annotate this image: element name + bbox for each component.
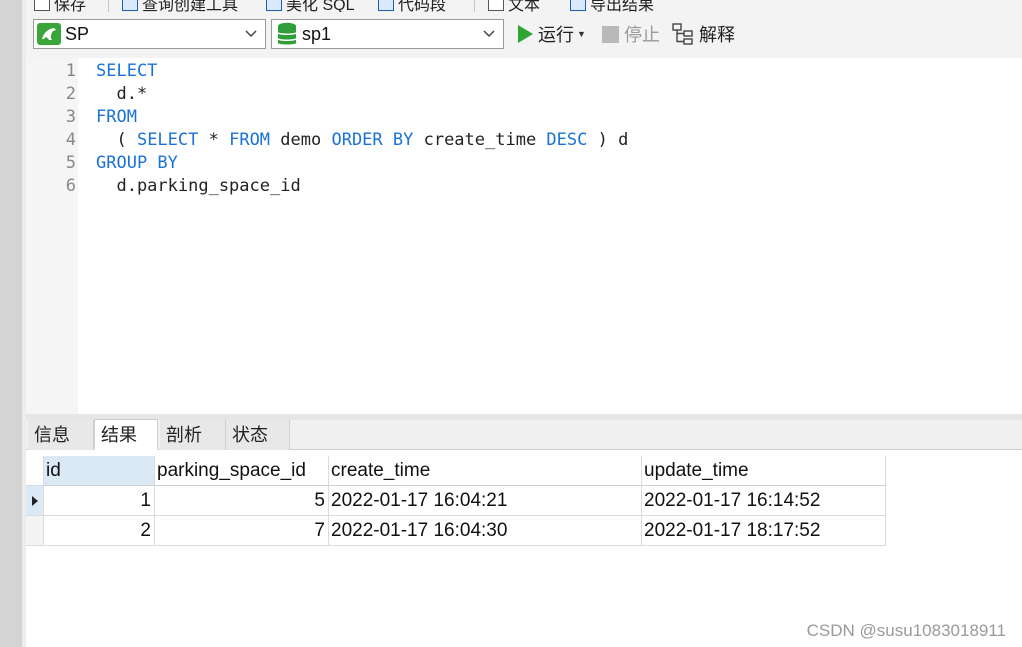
code-text: GROUP BY bbox=[96, 152, 178, 175]
line-number: 3 bbox=[65, 107, 76, 127]
cell-id[interactable]: 1 bbox=[44, 486, 155, 516]
column-header-id[interactable]: id bbox=[44, 456, 155, 486]
current-row-arrow-icon bbox=[32, 496, 38, 506]
play-icon bbox=[518, 25, 533, 43]
tab-info[interactable]: 信息 bbox=[28, 420, 94, 450]
sql-keyword: DESC bbox=[546, 130, 588, 150]
sql-keyword: ORDER BY bbox=[331, 130, 414, 150]
database-value: sp1 bbox=[302, 23, 332, 44]
sql-keyword: FROM bbox=[229, 130, 271, 150]
cell-update-time[interactable]: 2022-01-17 16:14:52 bbox=[642, 486, 886, 516]
save-icon bbox=[34, 0, 50, 11]
line-number: 2 bbox=[65, 84, 76, 104]
watermark: CSDN @susu1083018911 bbox=[806, 621, 1006, 640]
explain-icon bbox=[672, 23, 693, 45]
code-text: d.* bbox=[96, 83, 147, 106]
column-header-update-time[interactable]: update_time bbox=[642, 456, 886, 486]
query-builder-button[interactable]: 查询创建工具 bbox=[122, 0, 238, 12]
explain-label: 解释 bbox=[699, 25, 735, 45]
sql-text: create_time bbox=[413, 130, 547, 150]
row-indicator-header bbox=[26, 456, 44, 486]
line-number: 6 bbox=[65, 176, 76, 196]
mysql-connection-icon bbox=[37, 23, 61, 45]
toolbar-separator bbox=[108, 0, 109, 12]
export-result-button[interactable]: 导出结果 bbox=[570, 0, 654, 12]
row-indicator[interactable] bbox=[26, 486, 44, 516]
run-dropdown-icon[interactable]: ▼ bbox=[577, 29, 586, 39]
code-text: d.parking_space_id bbox=[96, 175, 301, 198]
toolbar-separator bbox=[474, 0, 475, 12]
query-builder-label: 查询创建工具 bbox=[142, 0, 239, 12]
explain-button[interactable]: 解释 bbox=[672, 20, 735, 48]
beautify-label: 美化 SQL bbox=[286, 0, 355, 12]
result-tabs: 信息 结果 1 剖析 状态 bbox=[26, 419, 1022, 476]
run-label: 运行 bbox=[538, 25, 574, 45]
connection-value: SP bbox=[65, 23, 90, 44]
sql-editor[interactable]: 1 SELECT 2 d.* 3 FROM 4 ( SELECT * FROM demo … bbox=[26, 58, 1022, 414]
sql-text: d.parking_space_id bbox=[96, 176, 301, 196]
sql-text: * bbox=[198, 130, 230, 150]
sql-text: ) d bbox=[587, 130, 629, 150]
code-snippet-label: 代码段 bbox=[398, 0, 447, 12]
sql-keyword: SELECT bbox=[136, 130, 199, 150]
beautify-icon bbox=[266, 0, 282, 11]
column-header-create-time[interactable]: create_time bbox=[329, 456, 642, 486]
database-icon bbox=[278, 22, 296, 45]
stop-icon bbox=[602, 25, 619, 43]
line-number: 4 bbox=[65, 130, 76, 150]
save-button[interactable]: 保存 bbox=[34, 0, 86, 12]
line-number: 1 bbox=[65, 61, 76, 81]
sql-keyword: FROM bbox=[96, 107, 137, 127]
cell-create-time[interactable]: 2022-01-17 16:04:30 bbox=[329, 516, 642, 546]
stop-button[interactable]: 停止 bbox=[602, 20, 660, 48]
cell-parking-space-id[interactable]: 5 bbox=[155, 486, 329, 516]
cell-update-time[interactable]: 2022-01-17 18:17:52 bbox=[642, 516, 886, 546]
sql-text: d.* bbox=[96, 84, 148, 104]
export-label: 导出结果 bbox=[590, 0, 655, 12]
code-snippet-button[interactable]: 代码段 bbox=[378, 0, 446, 12]
sql-keyword: GROUP BY bbox=[96, 153, 178, 173]
export-icon bbox=[570, 0, 586, 11]
stop-label: 停止 bbox=[624, 25, 660, 45]
save-label: 保存 bbox=[54, 0, 87, 12]
text-label: 文本 bbox=[508, 0, 541, 12]
database-select[interactable]: sp1 bbox=[271, 19, 504, 49]
beautify-sql-button[interactable]: 美化 SQL bbox=[266, 0, 354, 12]
main-toolbar: 保存 查询创建工具 美化 SQL 代码段 文本 导出结果 bbox=[26, 0, 1022, 12]
window-left-edge bbox=[0, 0, 22, 647]
cell-id[interactable]: 2 bbox=[44, 516, 155, 546]
code-text: SELECT bbox=[96, 60, 157, 83]
tab-profile[interactable]: 剖析 bbox=[160, 420, 226, 450]
connection-toolbar: SP sp1 运行 ▼ 停止 解释 bbox=[26, 12, 1022, 58]
run-button[interactable]: 运行 ▼ bbox=[518, 20, 586, 48]
column-header-parking-space-id[interactable]: parking_space_id bbox=[155, 456, 329, 486]
tab-status[interactable]: 状态 bbox=[226, 420, 290, 450]
code-text: ( SELECT * FROM demo ORDER BY create_tim… bbox=[96, 129, 628, 152]
tab-result-1[interactable]: 结果 1 bbox=[94, 419, 158, 476]
chevron-down-icon bbox=[483, 30, 495, 38]
sql-keyword: SELECT bbox=[96, 61, 158, 81]
grid-header-row: id parking_space_id create_time update_t… bbox=[26, 456, 886, 486]
cell-parking-space-id[interactable]: 7 bbox=[155, 516, 329, 546]
table-row[interactable]: 2 7 2022-01-17 16:04:30 2022-01-17 18:17… bbox=[26, 516, 886, 546]
code-text: FROM bbox=[96, 106, 137, 129]
sql-text: ( bbox=[96, 130, 137, 150]
row-indicator[interactable] bbox=[26, 516, 44, 546]
line-number: 5 bbox=[65, 153, 76, 173]
text-button[interactable]: 文本 bbox=[488, 0, 540, 12]
chevron-down-icon bbox=[245, 30, 257, 38]
query-builder-icon bbox=[122, 0, 138, 11]
text-icon bbox=[488, 0, 504, 11]
code-snippet-icon bbox=[378, 0, 394, 11]
connection-select[interactable]: SP bbox=[33, 19, 266, 49]
cell-create-time[interactable]: 2022-01-17 16:04:21 bbox=[329, 486, 642, 516]
table-row[interactable]: 1 5 2022-01-17 16:04:21 2022-01-17 16:14… bbox=[26, 486, 886, 516]
sql-text: demo bbox=[270, 130, 332, 150]
